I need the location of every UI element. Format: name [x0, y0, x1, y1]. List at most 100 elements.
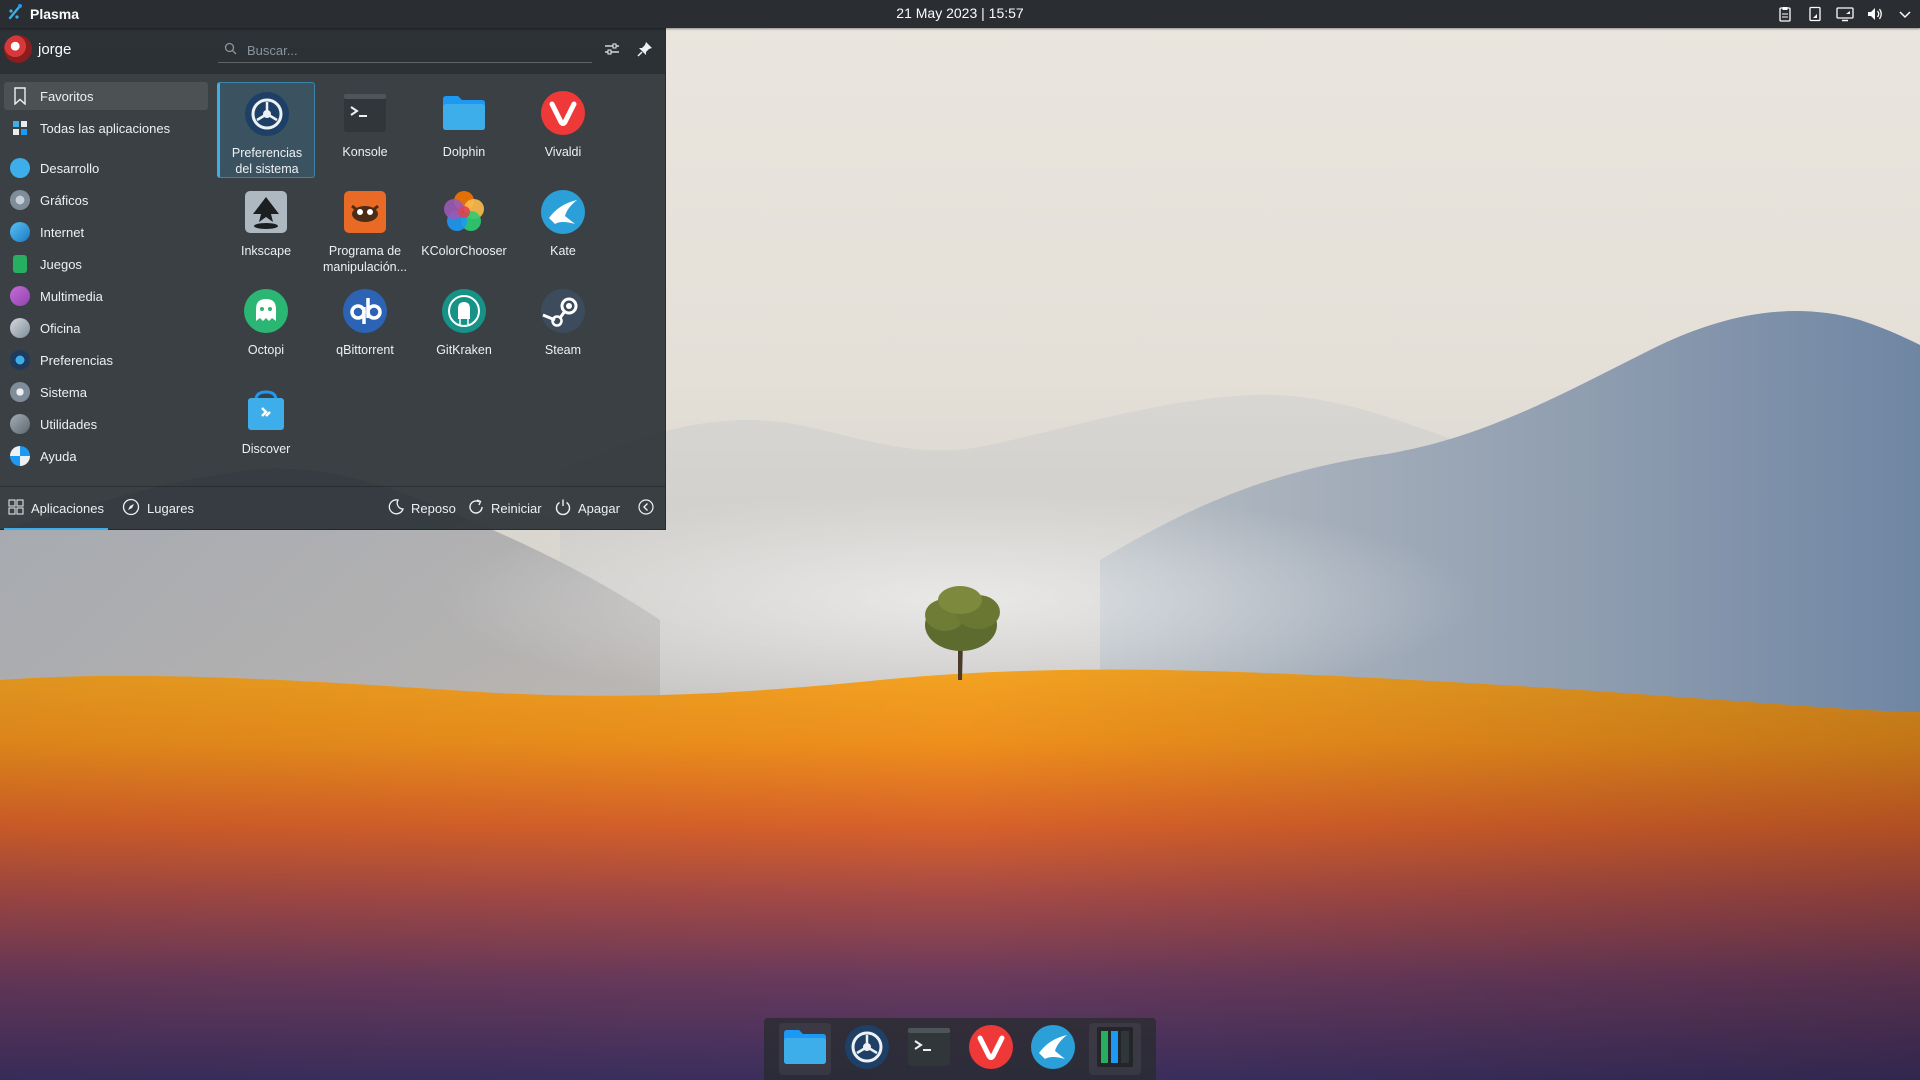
category-oficina[interactable]: Oficina — [4, 314, 208, 342]
category-preferencias[interactable]: Preferencias — [4, 346, 208, 374]
category-label: Juegos — [40, 256, 82, 272]
dock-konsole[interactable] — [903, 1023, 955, 1075]
configure-button[interactable] — [601, 40, 623, 62]
app-dolphin[interactable]: Dolphin — [415, 82, 513, 178]
category-sistema[interactable]: Sistema — [4, 378, 208, 406]
device-icon[interactable] — [1806, 5, 1824, 23]
app-label: Inkscape — [240, 244, 292, 258]
category-label: Utilidades — [40, 416, 98, 432]
shutdown-label: Apagar — [578, 501, 620, 516]
category-juegos[interactable]: Juegos — [4, 250, 208, 278]
dock-vivaldi[interactable] — [965, 1023, 1017, 1075]
category-desarrollo[interactable]: Desarrollo — [4, 154, 208, 182]
shutdown-button[interactable]: Apagar — [554, 487, 620, 530]
category-multimedia[interactable]: Multimedia — [4, 282, 208, 310]
system-tray — [1776, 0, 1914, 28]
bookmark-icon — [10, 87, 30, 105]
utilities-icon — [10, 414, 30, 434]
app-octopi[interactable]: Octopi — [217, 280, 315, 376]
dock-split-window[interactable] — [1089, 1023, 1141, 1075]
search-icon — [224, 42, 237, 60]
grid-icon — [8, 499, 24, 518]
dock-kate[interactable] — [1027, 1023, 1079, 1075]
clipboard-icon[interactable] — [1776, 5, 1794, 23]
app-label: Programa de manipulación... — [322, 244, 408, 274]
compass-icon — [122, 498, 140, 519]
sleep-button[interactable]: Reposo — [387, 487, 456, 530]
more-session-button[interactable] — [637, 487, 655, 530]
app-label: Vivaldi — [544, 145, 582, 159]
multimedia-icon — [10, 286, 30, 306]
category-label: Desarrollo — [40, 160, 100, 176]
dock-dolphin[interactable] — [779, 1023, 831, 1075]
dock-system-settings[interactable] — [841, 1023, 893, 1075]
app-label: Steam — [544, 343, 582, 357]
category-ayuda[interactable]: Ayuda — [4, 442, 208, 470]
pin-button[interactable] — [634, 40, 656, 62]
restart-button[interactable]: Reiniciar — [467, 487, 542, 530]
chevron-left-icon — [637, 498, 655, 519]
discover-icon — [241, 385, 291, 435]
games-icon — [13, 255, 27, 273]
sliders-icon — [603, 40, 621, 63]
tab-aplicaciones[interactable]: Aplicaciones — [4, 487, 108, 530]
kate-icon — [1029, 1023, 1077, 1076]
search-field[interactable] — [218, 39, 592, 63]
category-label: Sistema — [40, 384, 87, 400]
category-utilidades[interactable]: Utilidades — [4, 410, 208, 438]
app-label: qBittorrent — [336, 343, 394, 357]
sleep-icon — [387, 498, 405, 519]
app-kate[interactable]: Kate — [514, 181, 612, 277]
search-input[interactable] — [245, 42, 569, 59]
avatar[interactable] — [4, 35, 32, 63]
volume-icon[interactable] — [1866, 5, 1884, 23]
menu-footer: Aplicaciones Lugares Reposo Reiniciar Ap… — [0, 486, 665, 530]
category-label: Todas las aplicaciones — [40, 120, 171, 136]
category-todas-las-aplicaciones[interactable]: Todas las aplicaciones — [4, 114, 208, 142]
category-graficos[interactable]: Gráficos — [4, 186, 208, 214]
category-internet[interactable]: Internet — [4, 218, 208, 246]
vivaldi-icon — [538, 88, 588, 138]
category-label: Oficina — [40, 320, 81, 336]
internet-icon — [10, 222, 30, 242]
terminal-icon — [905, 1023, 953, 1076]
split-window-icon — [1091, 1023, 1139, 1076]
app-kcolorchooser[interactable]: KColorChooser — [415, 181, 513, 277]
app-gimp[interactable]: Programa de manipulación... — [316, 181, 414, 277]
folder-icon — [439, 88, 489, 138]
app-steam[interactable]: Steam — [514, 280, 612, 376]
system-settings-icon — [843, 1023, 891, 1076]
application-launcher-button[interactable]: Plasma — [0, 0, 85, 28]
app-label: KColorChooser — [421, 244, 507, 258]
inkscape-icon — [241, 187, 291, 237]
category-favoritos[interactable]: Favoritos — [4, 82, 208, 110]
app-konsole[interactable]: Konsole — [316, 82, 414, 178]
tab-label: Aplicaciones — [31, 501, 104, 516]
app-qbittorrent[interactable]: qBittorrent — [316, 280, 414, 376]
power-icon — [554, 498, 572, 519]
tab-lugares[interactable]: Lugares — [122, 487, 194, 530]
app-label: Preferencias del sistema — [231, 146, 303, 176]
app-discover[interactable]: Discover — [217, 379, 315, 475]
clock[interactable]: 21 May 2023 | 15:57 — [0, 5, 1920, 21]
system-icon — [10, 382, 30, 402]
app-label: Kate — [550, 244, 576, 258]
restart-icon — [467, 498, 485, 519]
app-label: Konsole — [342, 145, 388, 159]
folder-icon — [781, 1023, 829, 1076]
app-gitkraken[interactable]: GitKraken — [415, 280, 513, 376]
category-label: Favoritos — [40, 88, 94, 104]
network-icon[interactable] — [1836, 5, 1854, 23]
app-vivaldi[interactable]: Vivaldi — [514, 82, 612, 178]
app-label: Discover — [241, 442, 291, 456]
user-profile[interactable]: jorge — [4, 35, 71, 63]
gitkraken-icon — [439, 286, 489, 336]
app-inkscape[interactable]: Inkscape — [217, 181, 315, 277]
chevron-down-icon[interactable] — [1896, 5, 1914, 23]
preferences-icon — [10, 350, 30, 370]
all-apps-icon — [10, 120, 30, 136]
user-name: jorge — [38, 40, 72, 58]
app-preferencias-del-sistema[interactable]: Preferencias del sistema — [217, 82, 315, 178]
category-label: Ayuda — [40, 448, 77, 464]
tab-label: Lugares — [147, 501, 194, 516]
